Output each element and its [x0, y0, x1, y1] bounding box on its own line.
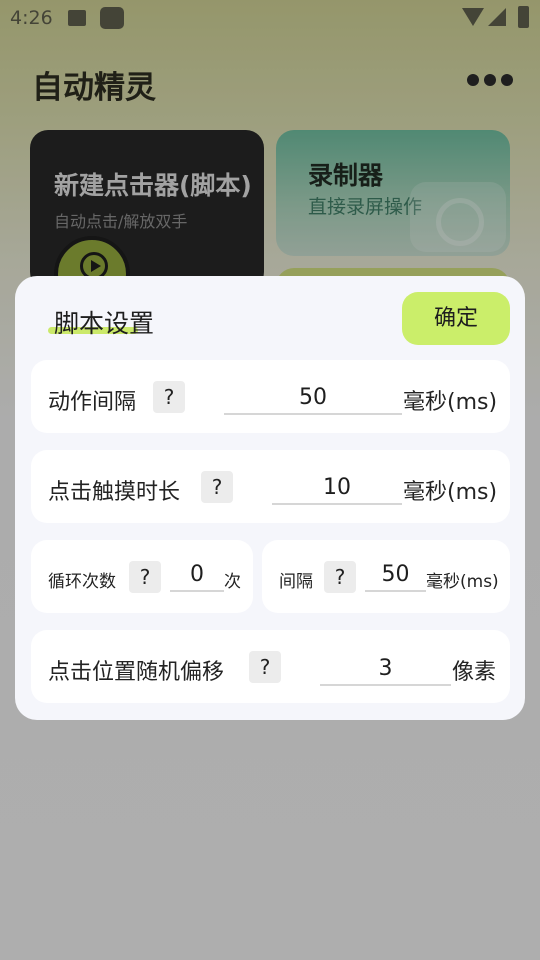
loop-count-input[interactable]: 0 — [170, 558, 224, 592]
loop-interval-help-icon[interactable]: ? — [324, 561, 356, 593]
loop-interval-label: 间隔 — [279, 572, 313, 592]
click-duration-label: 点击触摸时长 — [48, 480, 181, 505]
action-interval-input[interactable]: 50 — [224, 380, 402, 415]
loop-count-help-icon[interactable]: ? — [129, 561, 161, 593]
action-interval-label: 动作间隔 — [48, 390, 137, 415]
random-offset-unit: 像素 — [452, 660, 497, 685]
action-interval-unit: 毫秒(ms) — [403, 390, 498, 415]
action-interval-row: 动作间隔 ? 50 毫秒(ms) — [31, 360, 510, 433]
random-offset-row: 点击位置随机偏移 ? 3 像素 — [31, 630, 510, 703]
dialog-title: 脚本设置 — [54, 309, 155, 338]
loop-interval-unit: 毫秒(ms) — [426, 572, 499, 592]
loop-count-row: 循环次数 ? 0 次 — [31, 540, 253, 613]
click-duration-help-icon[interactable]: ? — [201, 471, 233, 503]
click-duration-input[interactable]: 10 — [272, 470, 402, 505]
loop-count-label: 循环次数 — [48, 572, 116, 592]
click-duration-unit: 毫秒(ms) — [403, 480, 498, 505]
loop-interval-row: 间隔 ? 50 毫秒(ms) — [262, 540, 510, 613]
click-duration-row: 点击触摸时长 ? 10 毫秒(ms) — [31, 450, 510, 523]
random-offset-help-icon[interactable]: ? — [249, 651, 281, 683]
loop-interval-input[interactable]: 50 — [365, 558, 426, 592]
random-offset-label: 点击位置随机偏移 — [48, 660, 225, 685]
action-interval-help-icon[interactable]: ? — [153, 381, 185, 413]
confirm-button[interactable]: 确定 — [402, 292, 510, 345]
random-offset-input[interactable]: 3 — [320, 650, 451, 686]
loop-count-unit: 次 — [224, 572, 241, 592]
script-settings-dialog: 脚本设置 确定 动作间隔 ? 50 毫秒(ms) 点击触摸时长 ? 10 毫秒(… — [15, 276, 525, 720]
